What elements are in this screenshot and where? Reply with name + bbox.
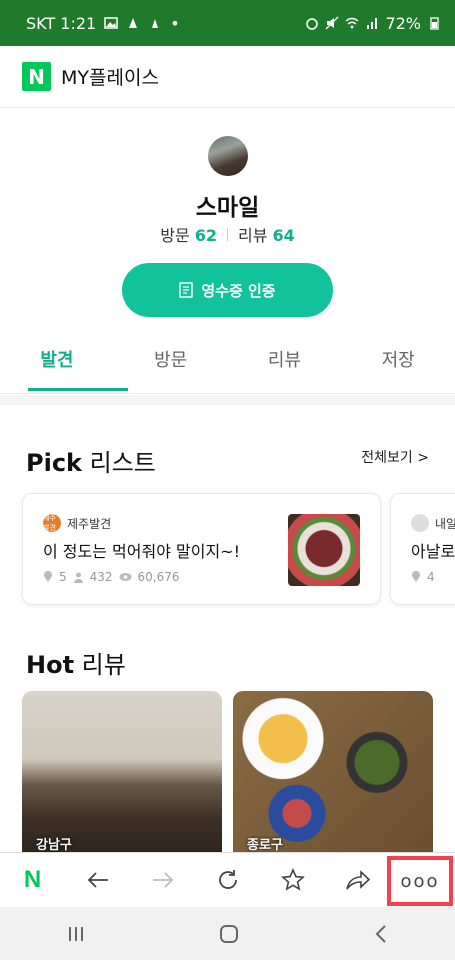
discover-content: Pick 리스트 전체보기 > 제주발견 제주발견 이 정도는 먹어줘야 말이지… <box>0 405 455 852</box>
alarm-icon <box>306 18 319 30</box>
hot-title-rest: 리뷰 <box>74 651 126 679</box>
card-meta: 5 432 60,676 <box>43 570 180 584</box>
profile-stats: 방문 62 리뷰 64 <box>0 222 455 246</box>
places-count: 5 <box>59 570 67 584</box>
card-thumbnail <box>288 514 360 586</box>
back-arrow-icon <box>87 872 108 888</box>
battery-level: 72% <box>385 13 421 33</box>
reviews-label: 리뷰 <box>238 226 268 245</box>
pick-card[interactable]: 내일 아날로 4 <box>390 493 455 605</box>
status-bar: SKT 1:21 • 72% <box>0 0 455 46</box>
tab-discover[interactable]: 발견 <box>0 336 128 393</box>
naver-n-icon: N <box>23 866 42 893</box>
eye-icon <box>119 573 132 581</box>
pick-title-bold: Pick <box>26 449 83 477</box>
share-button[interactable] <box>325 853 390 908</box>
naver-logo[interactable]: N <box>22 62 51 91</box>
receipt-verify-button[interactable]: 영수증 인증 <box>122 263 333 317</box>
profile-section: 스마일 방문 62 리뷰 64 영수증 인증 발견 방문 리뷰 저장 <box>0 108 455 395</box>
visits-label: 방문 <box>160 226 190 245</box>
dot-icon: • <box>170 13 180 33</box>
views-count: 60,676 <box>137 570 180 584</box>
image-icon <box>104 17 118 29</box>
share-icon <box>345 870 370 890</box>
home-icon[interactable] <box>218 923 240 945</box>
carrier-time: SKT 1:21 <box>26 13 97 33</box>
see-all-link[interactable]: 전체보기 > <box>361 447 429 467</box>
card-source: 제주발견 제주발견 <box>43 514 111 532</box>
divider <box>227 227 228 241</box>
review-location: 종로구 <box>247 838 283 852</box>
hot-title-bold: Hot <box>26 651 75 679</box>
forward-button[interactable] <box>130 853 195 908</box>
reviews-count: 64 <box>272 226 295 245</box>
pick-list-title: Pick 리스트 <box>26 443 156 478</box>
naver-home-button[interactable]: N <box>0 853 65 908</box>
system-nav-bar <box>0 907 455 960</box>
more-button[interactable]: ooo <box>387 856 453 906</box>
recent-apps-icon[interactable] <box>66 925 86 943</box>
review-location: 강남구 <box>36 838 72 852</box>
nav-back-icon[interactable] <box>373 924 389 944</box>
pick-card[interactable]: 제주발견 제주발견 이 정도는 먹어줘야 말이지~! 5 432 60,676 <box>22 493 381 605</box>
hot-review-title: Hot 리뷰 <box>26 645 126 680</box>
visits-count: 62 <box>194 226 217 245</box>
star-icon <box>280 868 305 891</box>
reviews-stat[interactable]: 리뷰 64 <box>238 222 295 246</box>
pin-icon <box>412 571 420 582</box>
signal-icon <box>367 18 378 29</box>
refresh-icon <box>218 870 237 889</box>
card-source: 내일 <box>411 514 455 532</box>
visits-stat[interactable]: 방문 62 <box>160 222 217 246</box>
refresh-button[interactable] <box>195 853 260 908</box>
page-title: MY플레이스 <box>61 67 159 89</box>
back-button[interactable] <box>65 853 130 908</box>
notification-icon-2 <box>152 19 159 28</box>
card-meta: 4 <box>411 570 435 584</box>
source-badge-icon <box>411 514 429 532</box>
source-badge-icon: 제주발견 <box>43 514 61 532</box>
card-title: 이 정도는 먹어줘야 말이지~! <box>43 542 240 561</box>
wifi-icon <box>345 17 359 29</box>
people-count: 432 <box>89 570 113 584</box>
tab-saved[interactable]: 저장 <box>341 336 455 393</box>
forward-arrow-icon <box>152 872 173 888</box>
pin-icon <box>44 571 52 582</box>
source-name: 제주발견 <box>67 516 112 531</box>
hot-review-photo[interactable]: 강남구 <box>22 691 222 852</box>
receipt-button-label: 영수증 인증 <box>201 281 276 300</box>
bookmark-button[interactable] <box>260 853 325 908</box>
tab-bar: 발견 방문 리뷰 저장 <box>0 336 455 394</box>
card-title: 아날로 <box>411 542 455 561</box>
more-icon: ooo <box>400 870 440 892</box>
person-icon <box>73 572 83 583</box>
pick-title-rest: 리스트 <box>82 449 156 477</box>
tab-visits[interactable]: 방문 <box>114 336 228 393</box>
avatar[interactable] <box>208 136 248 176</box>
notification-icon <box>129 18 138 28</box>
places-count: 4 <box>427 570 435 584</box>
receipt-icon <box>179 282 194 298</box>
app-header: N MY플레이스 <box>0 46 455 108</box>
battery-icon <box>430 17 439 30</box>
profile-name: 스마일 <box>195 195 260 221</box>
hot-review-photo[interactable]: 종로구 <box>233 691 433 852</box>
source-name: 내일 <box>435 516 455 531</box>
mute-icon <box>325 16 339 30</box>
tab-reviews[interactable]: 리뷰 <box>228 336 342 393</box>
